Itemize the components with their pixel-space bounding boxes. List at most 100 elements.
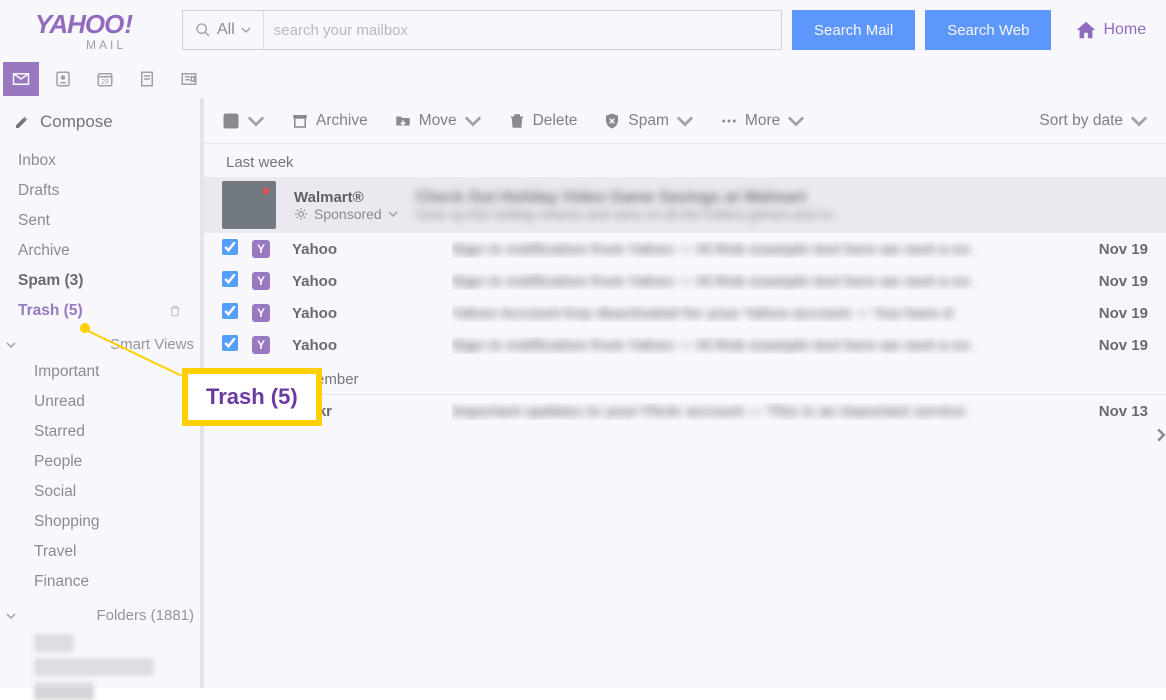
home-label: Home <box>1103 21 1146 39</box>
row-checkbox[interactable] <box>222 335 238 351</box>
row-checkbox[interactable] <box>222 303 238 319</box>
sponsored-sender: Walmart® <box>294 189 398 206</box>
trash-callout: Trash (5) <box>182 368 322 426</box>
message-date: Nov 19 <box>1068 305 1148 322</box>
folder-archive[interactable]: Archive <box>0 236 200 266</box>
search-bar: All <box>182 10 782 50</box>
message-subject: Important updates to your Flickr account… <box>452 403 1068 420</box>
toolbar: Archive Move Delete Spam More <box>204 98 1166 144</box>
select-all-checkbox[interactable] <box>222 112 265 130</box>
callout-anchor-dot <box>80 323 90 333</box>
smart-views-label: Smart Views <box>110 336 194 353</box>
sponsored-row[interactable]: Walmart® Sponsored Check Out Holiday Vid… <box>204 177 1166 233</box>
message-row[interactable]: Y Yahoo Sign in notification from Yahoo … <box>204 233 1166 265</box>
yahoo-badge-icon: Y <box>252 272 270 290</box>
message-subject: Sign in notification from Yahoo — Hi Rob… <box>452 241 1068 258</box>
move-button[interactable]: Move <box>394 112 482 130</box>
sort-label: Sort by date <box>1039 112 1123 130</box>
chevron-right-icon <box>1154 428 1166 442</box>
sponsored-label: Sponsored <box>314 206 382 222</box>
message-sender: Yahoo <box>292 273 452 290</box>
compose-label: Compose <box>40 112 113 132</box>
message-date: Nov 19 <box>1068 337 1148 354</box>
folder-sent[interactable]: Sent <box>0 206 200 236</box>
sidebar: Compose Inbox Drafts Sent Archive Spam (… <box>0 98 200 688</box>
shield-x-icon <box>603 112 621 130</box>
dots-icon <box>720 112 738 130</box>
delete-label: Delete <box>533 112 578 130</box>
spam-label: Spam <box>628 112 669 130</box>
sponsored-text: Check Out Holiday Video Game Savings at … <box>416 189 1148 222</box>
chevron-down-icon <box>676 112 694 130</box>
folder-move-icon <box>394 112 412 130</box>
chevron-down-icon <box>787 112 805 130</box>
message-row[interactable]: Y Yahoo Sign in notification from Yahoo … <box>204 265 1166 297</box>
sponsored-tag[interactable]: Sponsored <box>294 206 398 222</box>
expand-right-chevron[interactable] <box>1154 428 1166 447</box>
message-date: Nov 13 <box>1068 403 1148 420</box>
move-label: Move <box>419 112 457 130</box>
checkbox-icon <box>222 112 240 130</box>
logo-product: MAIL <box>86 38 126 52</box>
sv-shopping[interactable]: Shopping <box>0 507 200 537</box>
trash-icon[interactable] <box>168 304 182 318</box>
search-scope-dropdown[interactable]: All <box>183 11 264 49</box>
more-button[interactable]: More <box>720 112 805 130</box>
chevron-down-icon <box>247 112 265 130</box>
sv-travel[interactable]: Travel <box>0 537 200 567</box>
tab-contacts[interactable] <box>45 62 81 96</box>
sv-finance[interactable]: Finance <box>0 567 200 597</box>
sv-people[interactable]: People <box>0 447 200 477</box>
tab-news[interactable] <box>171 62 207 96</box>
trash-label: Trash (5) <box>18 302 83 320</box>
message-date: Nov 19 <box>1068 241 1148 258</box>
search-input[interactable] <box>264 22 781 39</box>
message-date: Nov 19 <box>1068 273 1148 290</box>
message-row[interactable]: Flickr Important updates to your Flickr … <box>204 395 1166 427</box>
compose-button[interactable]: Compose <box>0 106 200 146</box>
yahoo-badge-icon: Y <box>252 336 270 354</box>
folder-list: Inbox Drafts Sent Archive Spam (3) Trash… <box>0 146 200 628</box>
search-mail-button[interactable]: Search Mail <box>792 10 915 50</box>
smart-views-header[interactable]: Smart Views <box>0 326 200 357</box>
search-web-button[interactable]: Search Web <box>925 10 1051 50</box>
tab-calendar[interactable]: 29 <box>87 62 123 96</box>
home-icon <box>1075 19 1097 41</box>
home-link[interactable]: Home <box>1075 19 1146 41</box>
folder-item-redacted[interactable] <box>34 658 154 676</box>
spam-button[interactable]: Spam <box>603 112 694 130</box>
sort-dropdown[interactable]: Sort by date <box>1039 112 1148 130</box>
contacts-icon <box>54 70 72 88</box>
sv-unread[interactable]: Unread <box>0 387 200 417</box>
more-label: More <box>745 112 780 130</box>
mail-icon <box>12 70 30 88</box>
message-sender: Yahoo <box>292 305 452 322</box>
chevron-down-icon <box>388 209 398 219</box>
sv-important[interactable]: Important <box>0 357 200 387</box>
message-subject: Sign in notification from Yahoo — Hi Rob… <box>452 337 1068 354</box>
message-row[interactable]: Y Yahoo Yahoo Account Key deactivated fo… <box>204 297 1166 329</box>
folder-trash[interactable]: Trash (5) <box>0 296 200 326</box>
folder-inbox[interactable]: Inbox <box>0 146 200 176</box>
main-area: Compose Inbox Drafts Sent Archive Spam (… <box>0 98 1166 688</box>
archive-icon <box>291 112 309 130</box>
delete-button[interactable]: Delete <box>508 112 578 130</box>
folder-drafts[interactable]: Drafts <box>0 176 200 206</box>
tab-notes[interactable] <box>129 62 165 96</box>
user-folders-header[interactable]: Folders (1881) <box>0 597 200 628</box>
yahoo-mail-logo[interactable]: YAHOO! MAIL <box>12 9 132 52</box>
folder-item-redacted[interactable] <box>34 634 74 652</box>
user-folders-label: Folders (1881) <box>96 607 194 624</box>
chevron-down-icon <box>241 25 251 35</box>
folder-spam[interactable]: Spam (3) <box>0 266 200 296</box>
sv-social[interactable]: Social <box>0 477 200 507</box>
sponsored-thumb <box>222 181 276 229</box>
tab-mail[interactable] <box>3 62 39 96</box>
row-checkbox[interactable] <box>222 239 238 255</box>
message-row[interactable]: Y Yahoo Sign in notification from Yahoo … <box>204 329 1166 361</box>
sv-starred[interactable]: Starred <box>0 417 200 447</box>
folder-item-redacted[interactable] <box>34 682 94 700</box>
search-scope-label: All <box>217 21 235 39</box>
archive-button[interactable]: Archive <box>291 112 368 130</box>
row-checkbox[interactable] <box>222 271 238 287</box>
